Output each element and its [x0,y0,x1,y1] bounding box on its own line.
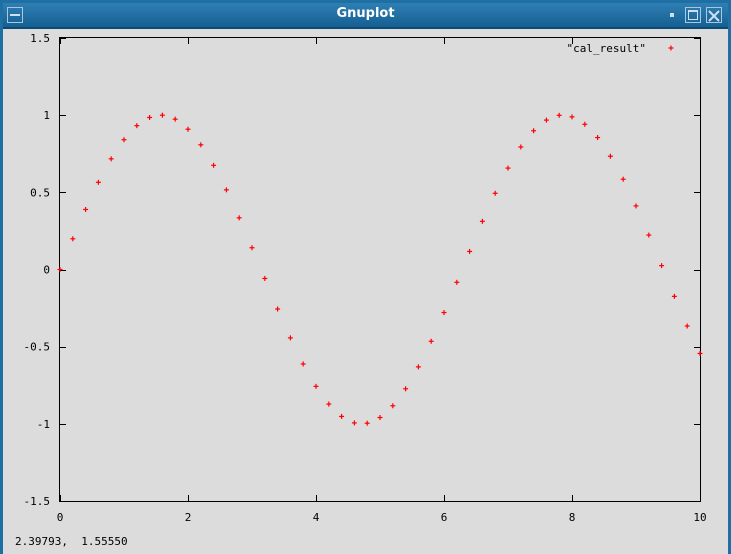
y-tick-label: -1.5 [24,495,51,508]
data-point [684,323,690,329]
y-tick-label: 0 [43,264,50,277]
data-point [531,128,537,134]
x-tick-label: 10 [693,511,706,524]
axes [59,37,701,502]
data-point [236,215,242,221]
data-point [172,116,178,122]
y-tick-label: 1.5 [30,32,50,45]
data-point [185,126,191,132]
data-point [633,203,639,209]
data-point [211,162,217,168]
tick-labels: 0 2 4 6 8 10 -1.5 -1 -0.5 0 0.5 1 1.5 [24,32,707,524]
y-tick-label: 0.5 [30,186,50,199]
data-point [300,361,306,367]
data-point [159,112,165,118]
data-point [428,338,434,344]
data-point [659,263,665,269]
y-tick-label: -0.5 [24,341,51,354]
data-point [467,248,473,254]
data-point [108,156,114,162]
data-point [607,153,613,159]
x-tick-label: 0 [57,511,64,524]
data-point [249,245,255,251]
data-point [479,218,485,224]
data-point [134,123,140,129]
data-point [620,176,626,182]
data-point [95,179,101,185]
data-point [364,420,370,426]
data-point [147,114,153,120]
x-tick-label: 4 [313,511,320,524]
data-point [556,112,562,118]
data-point [326,401,332,407]
data-point [390,403,396,409]
data-point [287,335,293,341]
data-point [339,413,345,419]
legend-label: "cal_result" [567,42,646,55]
y-tick-label: 1 [43,109,50,122]
data-point [198,142,204,148]
data-point [223,187,229,193]
data-point [351,420,357,426]
data-point [518,144,524,150]
data-point [697,350,703,356]
data-point [313,383,319,389]
data-point [543,117,549,123]
data-point [403,386,409,392]
status-coordinates: 2.39793, 1.55550 [15,535,128,548]
data-point [454,279,460,285]
data-point [646,232,652,238]
plot-canvas[interactable]: 0 2 4 6 8 10 -1.5 -1 -0.5 0 0.5 1 1.5 "cal_result" [0,0,731,554]
data-point [582,121,588,127]
x-tick-label: 2 [185,511,192,524]
y-tick-label: -1 [37,418,50,431]
plot-area[interactable]: 0 2 4 6 8 10 -1.5 -1 -0.5 0 0.5 1 1.5 "cal_result" [3,29,728,554]
data-point [377,415,383,421]
data-point [83,206,89,212]
data-point [595,135,601,141]
plot-frame [59,37,701,502]
data-point [57,267,63,272]
data-point [505,165,511,171]
gnuplot-window: Gnuplot 0 2 4 6 8 10 -1.5 -1 -0.5 0 0.5 1 1.5 "cal_r… [0,0,731,554]
legend: "cal_result" [567,42,674,55]
ticks [60,38,701,502]
data-point [121,137,127,143]
legend-marker [668,45,674,51]
data-point [441,310,447,316]
x-tick-label: 6 [441,511,448,524]
data-point [492,190,498,196]
x-tick-label: 8 [569,511,576,524]
data-point [671,293,677,299]
data-point [569,114,575,120]
data-point [415,364,421,370]
data-point [70,236,76,242]
data-point [275,306,281,312]
data-point [262,275,268,281]
series-cal-result [57,112,703,426]
